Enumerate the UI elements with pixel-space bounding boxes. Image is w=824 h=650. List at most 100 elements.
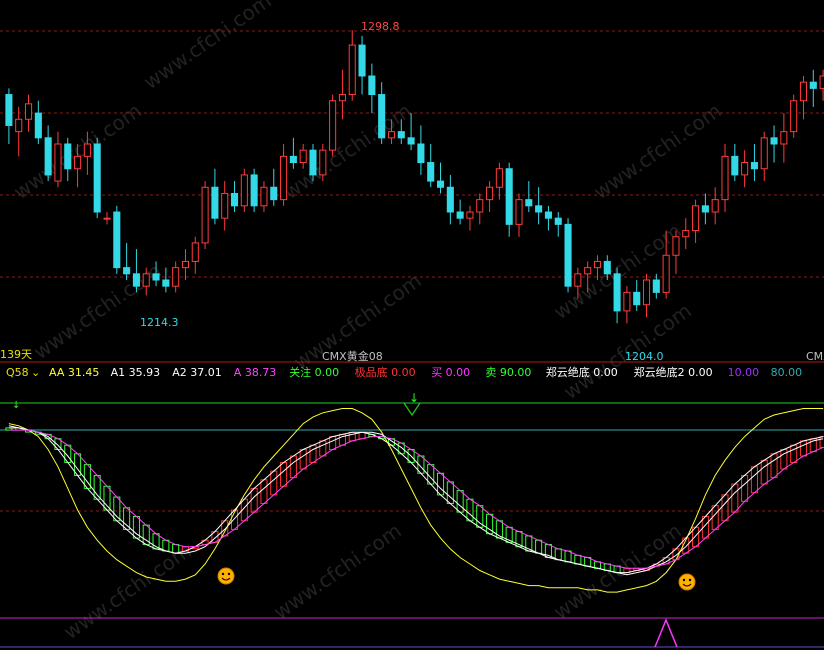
indicator-box — [760, 459, 768, 485]
candle-body — [221, 192, 229, 219]
candle-body — [799, 81, 808, 102]
candle-body — [230, 192, 239, 207]
candle-body — [476, 199, 484, 213]
candle-body — [397, 131, 405, 139]
candle-body — [495, 168, 503, 188]
smiley-icon — [678, 573, 696, 591]
watermark-text: www.cfchi.com — [279, 98, 416, 204]
candle-body — [623, 291, 631, 312]
indicator-value-11: 80.00 — [771, 366, 803, 379]
candle-body — [731, 155, 739, 176]
candle-body — [780, 131, 788, 145]
indicator-box — [446, 481, 454, 505]
candle-body — [809, 81, 817, 89]
candle-body — [770, 137, 778, 145]
candle-body — [544, 211, 552, 219]
candle-body — [289, 155, 297, 164]
candle-body — [142, 273, 150, 287]
indicator-box — [574, 554, 582, 565]
axis-marker-right: CMX — [806, 350, 824, 363]
indicator-box — [731, 483, 739, 513]
axis-marker-center: CMX黄金08 — [322, 349, 383, 363]
candle-body — [701, 205, 709, 213]
candle-body — [456, 211, 464, 219]
candle-body — [260, 186, 268, 207]
candle-body — [378, 94, 386, 139]
candle-body — [162, 279, 170, 287]
indicator-box — [113, 496, 121, 522]
candle-body — [819, 75, 824, 89]
candle-body — [446, 186, 454, 213]
indicator-box — [711, 505, 719, 530]
candle-body — [93, 143, 101, 213]
candle-body — [191, 242, 199, 262]
indicator-box — [790, 444, 798, 463]
indicator-value-9: 郑云绝底2 0.00 — [634, 365, 713, 379]
indicator-value-2: A2 37.01 — [172, 366, 222, 379]
series-line-a1 — [8, 427, 824, 574]
indicator-box — [289, 455, 297, 479]
candle-body — [741, 162, 749, 176]
indicator-box — [554, 548, 562, 561]
chevron-down-icon[interactable]: ⌄ — [31, 366, 40, 379]
candle-body — [515, 199, 523, 225]
indicator-box — [819, 436, 824, 448]
candle-body — [711, 199, 719, 213]
low-label-left: 1214.3 — [140, 316, 179, 329]
candle-body — [466, 211, 474, 219]
candle-body — [250, 174, 258, 207]
candle-body — [662, 254, 670, 293]
smiley-icon — [217, 567, 235, 585]
candle-body — [280, 155, 288, 201]
candle-body — [633, 291, 641, 306]
candle-body — [34, 112, 42, 139]
indicator-box — [280, 461, 288, 487]
candle-body — [554, 217, 562, 225]
low-label-right: 1204.0 — [625, 350, 664, 363]
candle-body — [181, 260, 190, 269]
candle-body — [113, 211, 121, 269]
candle-body — [368, 75, 376, 96]
candle-body — [417, 143, 425, 164]
indicator-value-7: 卖 90.00 — [485, 366, 531, 379]
candle-body — [201, 186, 209, 244]
indicator-value-5: 极品底 0.00 — [355, 365, 416, 379]
candle-body — [299, 149, 307, 164]
indicator-box — [750, 466, 758, 494]
candle-body — [54, 143, 62, 182]
watermark-text: www.cfchi.com — [269, 518, 406, 624]
indicator-box — [466, 498, 474, 522]
series-line-a2 — [8, 425, 824, 576]
candle-body — [790, 100, 798, 133]
watermark-text: www.cfchi.com — [139, 0, 276, 94]
indicator-box — [319, 440, 327, 457]
indicator-value-1: A1 35.93 — [111, 366, 161, 379]
candle-body — [74, 155, 82, 170]
indicator-name[interactable]: Q58 — [6, 366, 29, 379]
candle-body — [387, 131, 396, 139]
candle-body — [309, 149, 317, 176]
indicator-box — [270, 470, 278, 496]
candle-body — [407, 137, 415, 145]
indicator-value-4: 关注 0.00 — [289, 365, 339, 379]
indicator-box — [299, 449, 307, 470]
candle-body — [721, 155, 729, 201]
indicator-box — [309, 444, 317, 463]
arrow-down-icon: ↓ — [12, 400, 20, 411]
candle-body — [123, 267, 131, 275]
candle-body — [535, 205, 543, 213]
watermark-text: www.cfchi.com — [549, 518, 686, 624]
candle-body — [270, 186, 278, 201]
candle-body — [436, 180, 445, 188]
indicator-box — [741, 474, 749, 502]
indicator-value-0: AA 31.45 — [49, 366, 99, 379]
high-label: 1298.8 — [361, 20, 400, 33]
watermark-text: www.cfchi.com — [59, 538, 196, 644]
candle-body — [172, 267, 180, 287]
candle-body — [15, 118, 23, 133]
indicator-box — [456, 490, 464, 513]
indicator-box — [721, 494, 729, 522]
indicator-value-8: 郑云绝底 0.00 — [546, 365, 618, 379]
candle-body — [750, 162, 758, 170]
indicator-box — [93, 474, 101, 500]
